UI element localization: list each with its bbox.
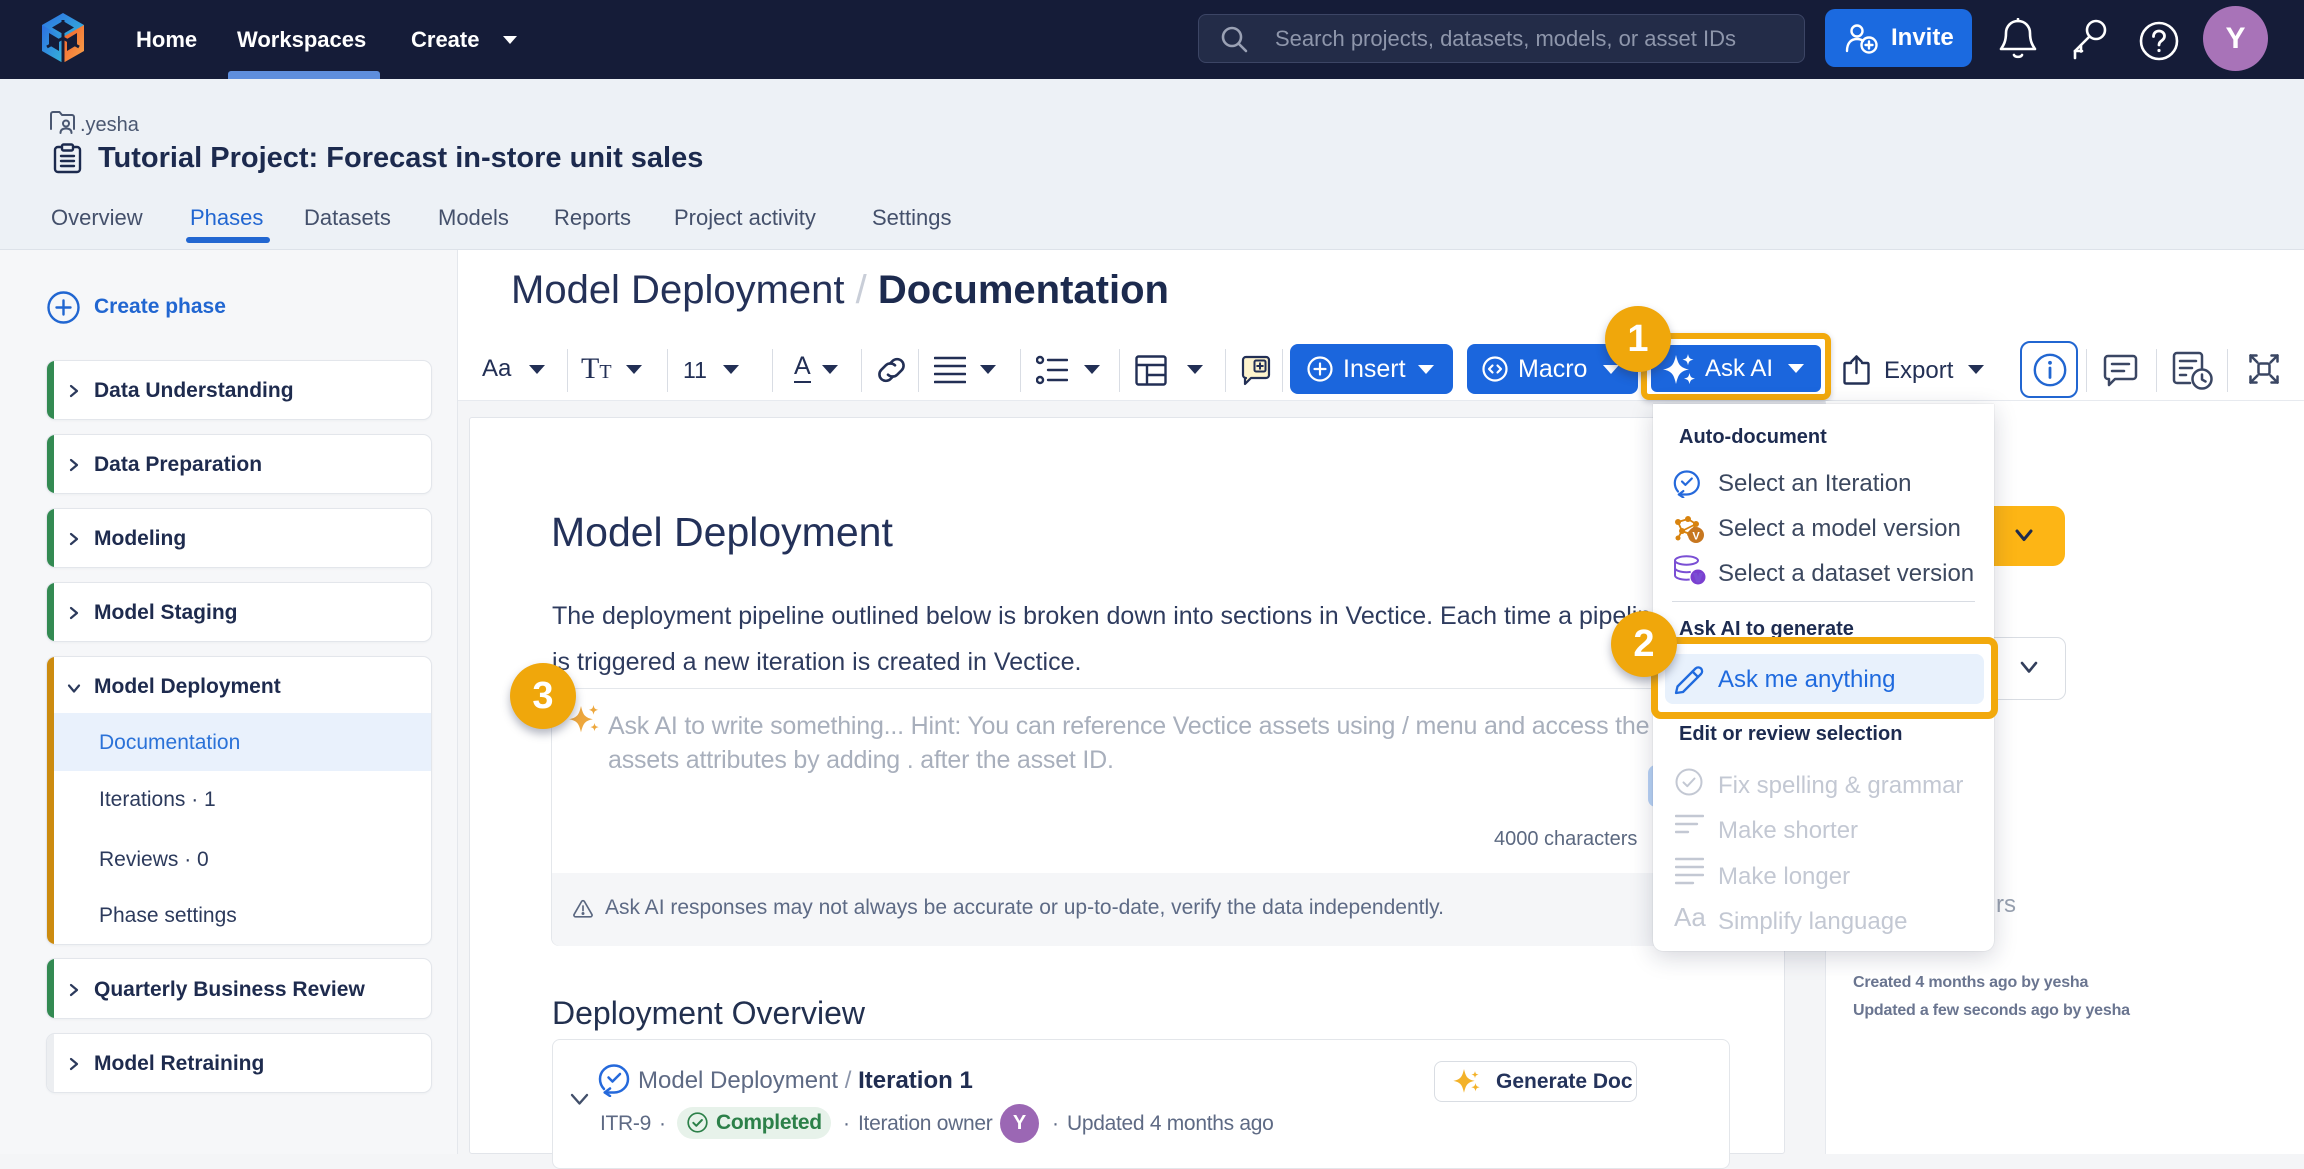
svg-text:V: V [1692, 531, 1700, 543]
svg-text:V: V [1694, 573, 1702, 585]
